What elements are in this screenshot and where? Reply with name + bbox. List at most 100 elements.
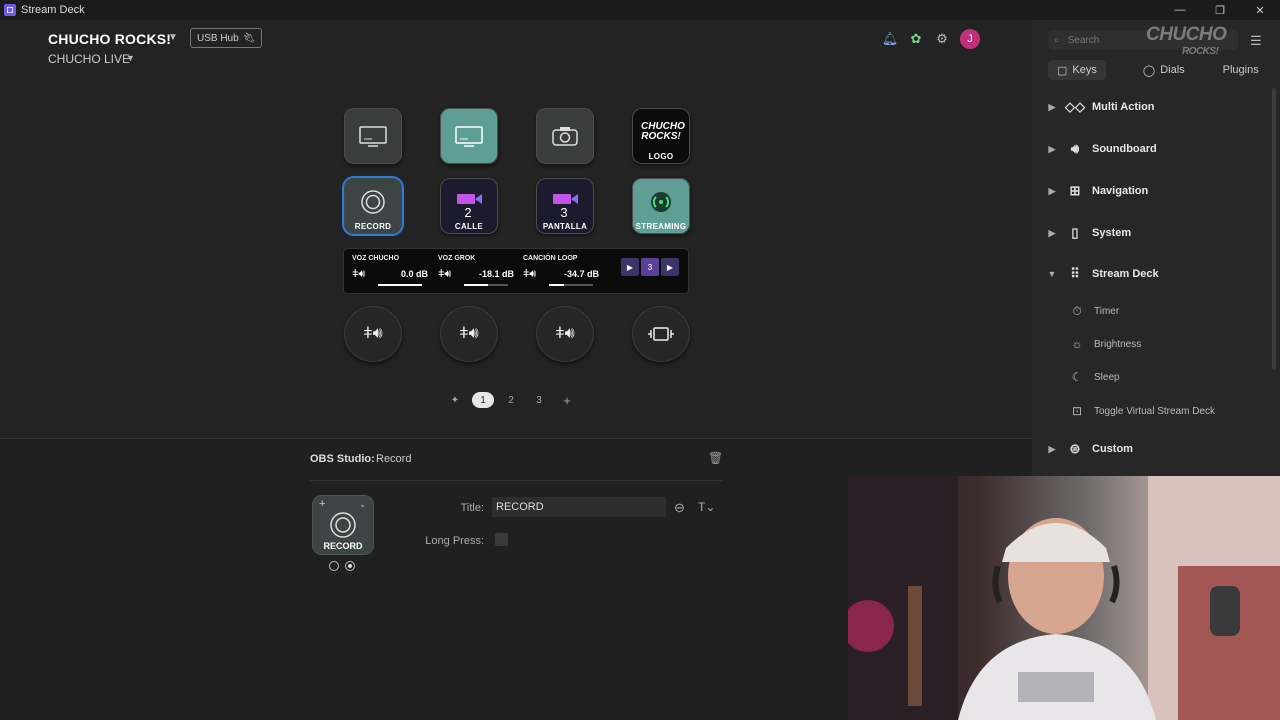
category-label: Navigation [1092,185,1149,197]
text-format-icon[interactable]: T⌄ [698,500,715,514]
dial-value: 0.0 dB [400,269,428,279]
divider [310,480,722,481]
video-camera-icon: ▶ [661,258,679,276]
key-streaming[interactable]: STREAMING [632,178,690,234]
tab-dials[interactable]: ◯ Dials [1134,60,1194,80]
sleep-icon: ☾ [1071,370,1083,384]
action-timer[interactable]: ⏱︎ Timer [1066,300,1119,322]
key-screen-1[interactable] [344,108,402,164]
page-2[interactable]: 2 [500,392,522,408]
title-bar: Stream Deck — ❐ ✕ [0,0,1280,20]
key-logo[interactable]: CHUCHO ROCKS! LOGO [632,108,690,164]
key-label: RECORD [323,541,363,551]
volume-mixer-icon: ǂ🔊︎ [459,325,479,342]
marketplace-icon[interactable]: ✿ [908,31,924,47]
broadcast-icon [651,192,671,212]
watermark-line: ROCKS! [1181,46,1219,57]
screen-icon [455,126,483,147]
state-0-radio[interactable] [329,561,339,571]
chevron-down-icon[interactable]: ▼ [168,32,178,43]
key-screen-2[interactable] [440,108,498,164]
volume-mixer-icon: ǂ🔊︎ [352,268,366,280]
page-navigator: ✦ 1 2 3 + [444,392,578,408]
speaker-icon: 🔊︎ [1070,141,1080,156]
sidebar-scrollbar[interactable] [1272,88,1276,370]
long-press-label: Long Press: [425,535,484,547]
tab-keys[interactable]: ▢ Keys [1048,60,1106,80]
close-button[interactable]: ✕ [1240,0,1280,20]
dial-segment-cancion-loop[interactable]: CANCIÓN LOOP ǂ🔊︎ -34.7 dB [515,249,599,293]
chevron-down-icon[interactable]: ⌄ [359,500,366,509]
chevron-right-icon: ▶ [1048,185,1056,196]
dial-value: -34.7 dB [563,269,599,279]
watermark-logo: CHUCHO ROCKS! [1146,25,1227,60]
action-label: Timer [1094,305,1120,317]
dial-3[interactable]: ǂ🔊︎ [536,306,594,362]
chevron-right-icon: ▶ [1048,143,1056,154]
link-icon[interactable]: ⊖ [674,500,685,516]
long-press-checkbox[interactable] [495,533,508,546]
stream-deck-icon: ⠿ [1070,266,1080,281]
stream-deck-app-icon [4,4,16,16]
category-label: System [1092,227,1132,239]
avatar[interactable]: J [960,29,980,49]
minimize-button[interactable]: — [1160,0,1200,20]
page-1[interactable]: 1 [472,392,494,408]
dial-segment-voz-grok[interactable]: VOZ GROK ǂ🔊︎ -18.1 dB [430,249,514,293]
action-sleep[interactable]: ☾ Sleep [1066,366,1120,388]
state-1-radio[interactable] [345,561,355,571]
page-3[interactable]: 3 [528,392,550,408]
key-camera[interactable] [536,108,594,164]
scene-thumbnails[interactable]: ▶ 3 ▶ [620,255,680,279]
action-label: Toggle Virtual Stream Deck [1094,405,1215,417]
navigation-icon: ⊞ [1069,183,1081,198]
action-toggle-virtual-stream-deck[interactable]: ⊡ Toggle Virtual Stream Deck [1066,400,1215,422]
canvas-area [0,20,1032,438]
volume-mixer-icon: ǂ🔊︎ [363,325,383,342]
pin-icon[interactable]: ✦ [444,392,466,408]
camera-icon [552,127,578,146]
list-view-icon[interactable]: ☰ [1250,33,1262,49]
action-brightness[interactable]: ☼ Brightness [1066,333,1142,355]
tab-plugins[interactable]: Plugins [1214,60,1268,80]
plus-icon[interactable]: + [319,498,325,510]
key-record[interactable]: RECORD [344,178,402,234]
title-field[interactable] [492,497,666,517]
category-soundboard[interactable]: ▶ 🔊︎ Soundboard [1040,137,1266,161]
dial-4[interactable] [632,306,690,362]
volume-mixer-icon: ǂ🔊︎ [438,268,452,280]
dial-name: VOZ CHUCHO [352,255,400,262]
chevron-down-icon[interactable]: ▼ [126,53,135,63]
chevron-right-icon: ▶ [1048,101,1056,112]
category-system[interactable]: ▶ ▯ System [1040,221,1266,245]
add-page-button[interactable]: + [556,392,578,408]
dial-2[interactable]: ǂ🔊︎ [440,306,498,362]
system-icon: ▯ [1071,225,1079,240]
category-stream-deck[interactable]: ▼ ⠿ Stream Deck [1040,262,1266,286]
gear-icon[interactable]: ⚙ [934,31,950,47]
usb-plug-icon: 🔌︎ [242,32,256,44]
scene-switch-icon [648,327,674,341]
key-calle[interactable]: 2 CALLE [440,178,498,234]
trash-icon[interactable]: 🗑︎ [708,451,723,465]
action-name: Record [376,453,412,465]
touch-strip[interactable]: VOZ CHUCHO ǂ🔊︎ 0.0 dB VOZ GROK ǂ🔊︎ -18.1… [344,249,688,293]
key-label: STREAMING [635,222,687,231]
category-multi-action[interactable]: ▶ ◇◇ Multi Action [1040,95,1266,119]
dial-segment-voz-chucho[interactable]: VOZ CHUCHO ǂ🔊︎ 0.0 dB [344,249,428,293]
window-title: Stream Deck [21,4,85,16]
record-icon [361,190,385,214]
key-pantalla[interactable]: 3 PANTALLA [536,178,594,234]
profile-name[interactable]: CHUCHO ROCKS! [48,31,171,47]
page-selector[interactable]: CHUCHO LIVE [48,52,130,66]
chevron-right-icon: ▶ [1048,443,1056,454]
webcam-overlay [848,476,1280,720]
category-navigation[interactable]: ▶ ⊞ Navigation [1040,179,1266,203]
category-custom[interactable]: ▶ ⊜ Custom [1040,437,1266,461]
notification-bell-icon[interactable]: 🔔︎ [882,31,899,47]
dial-1[interactable]: ǂ🔊︎ [344,306,402,362]
device-selector[interactable]: USB Hub 🔌︎ [190,28,263,48]
video-camera-icon: ▶ [621,258,639,276]
inspector-key-preview[interactable]: + ⌄ RECORD [312,495,374,555]
maximize-button[interactable]: ❐ [1200,0,1240,20]
